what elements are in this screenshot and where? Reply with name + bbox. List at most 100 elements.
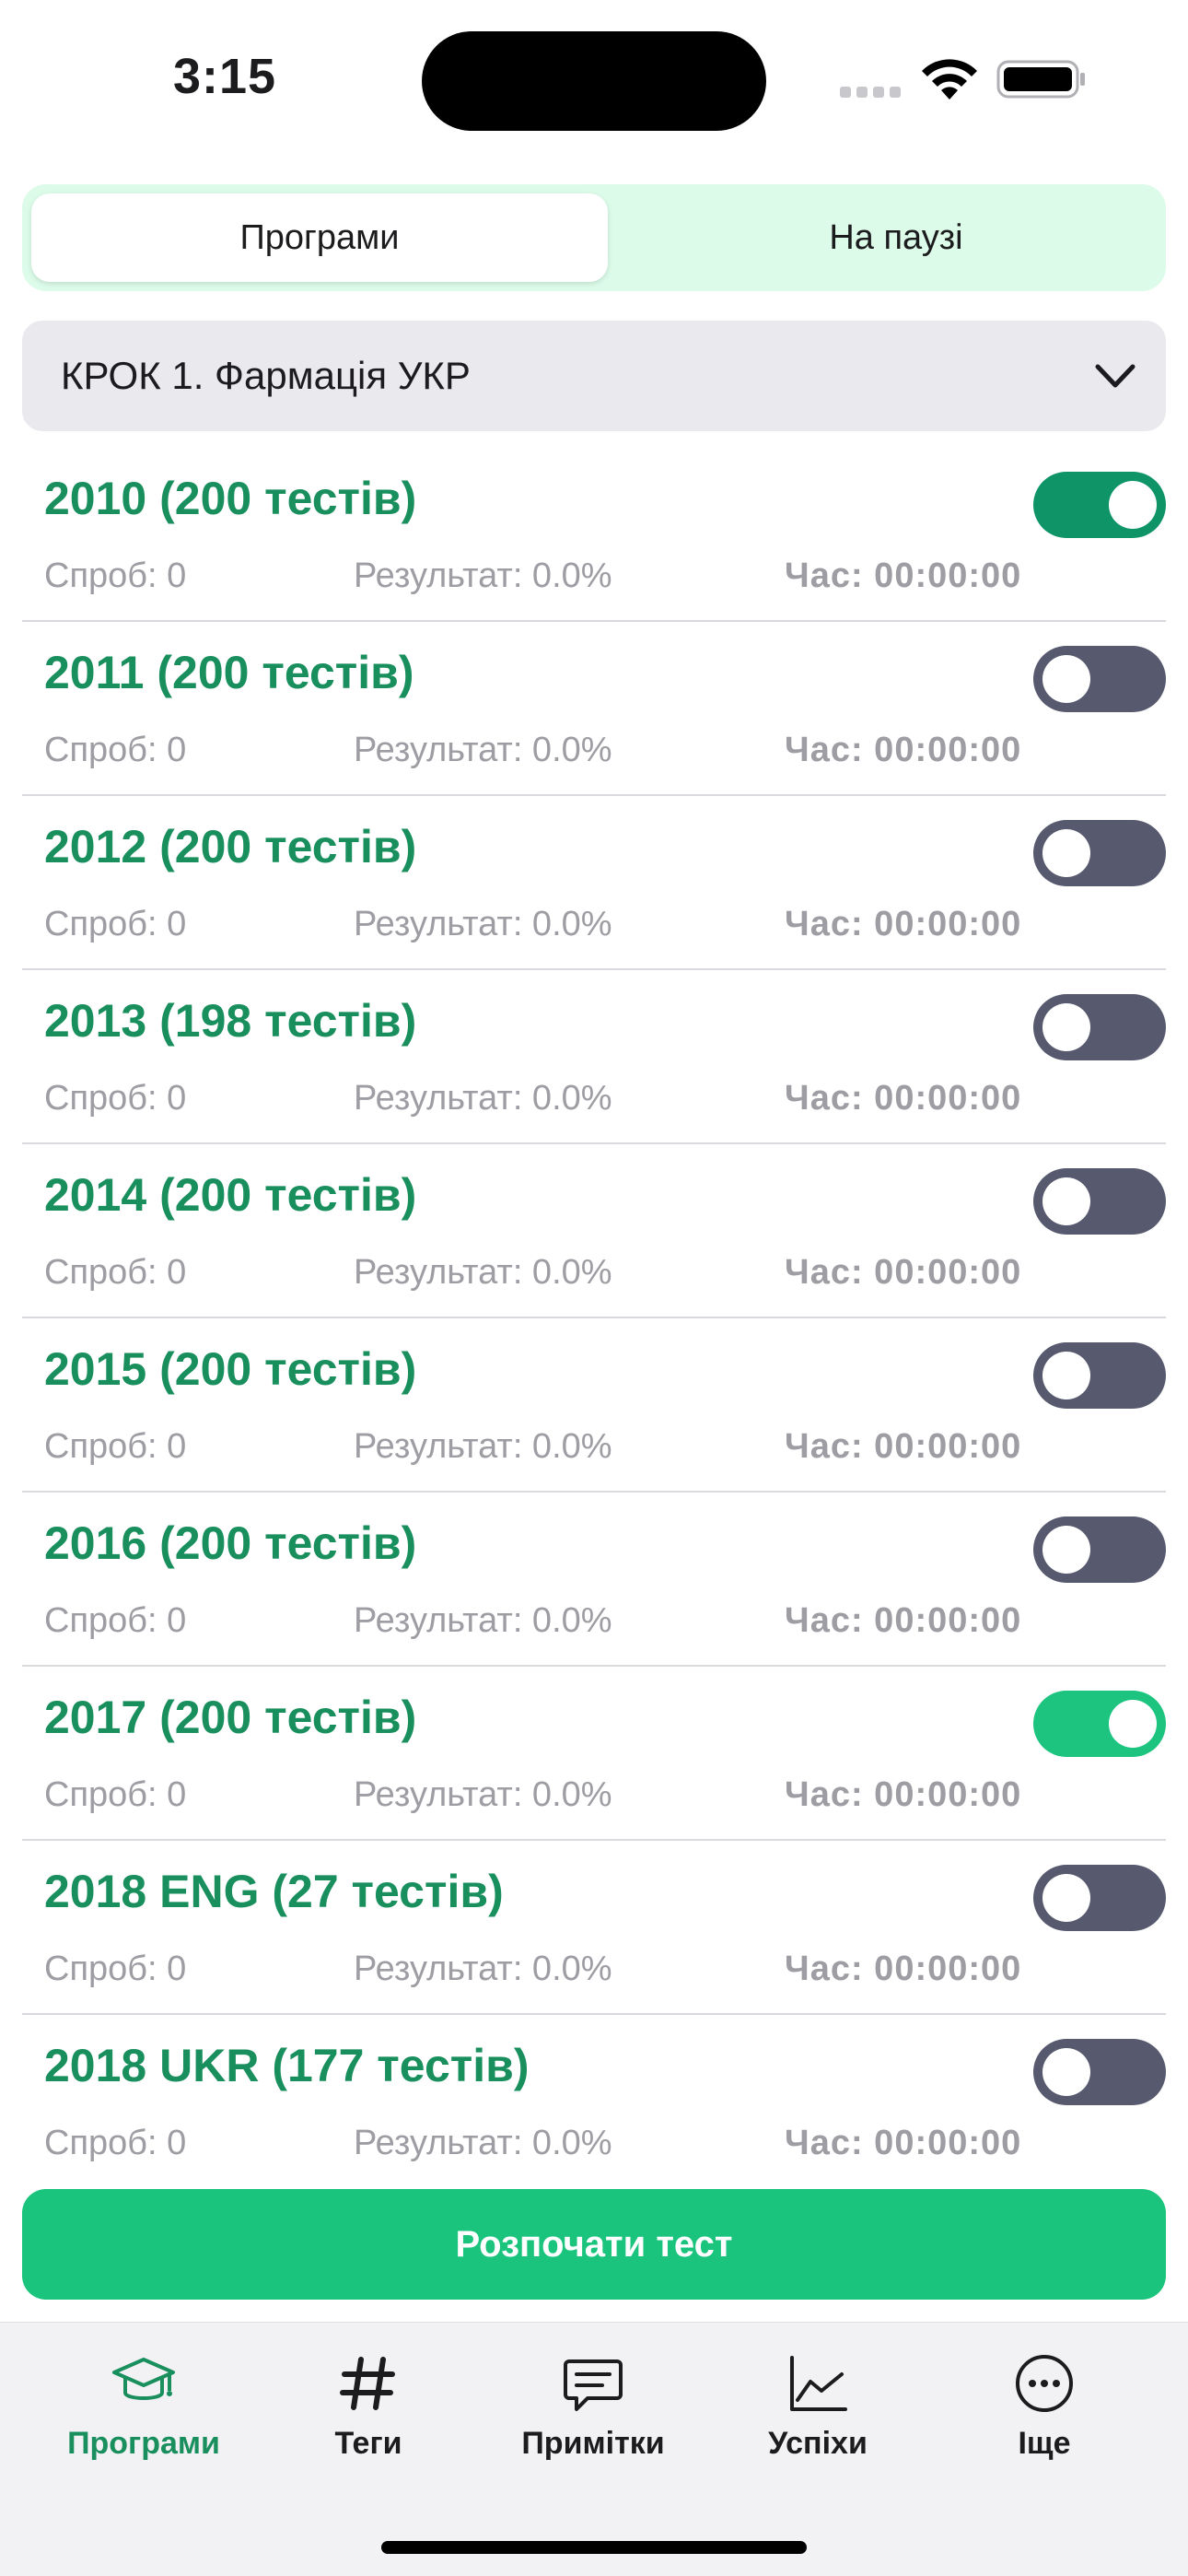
tab-programs-segment[interactable]: Програми [31,193,608,282]
program-toggle[interactable] [1033,1342,1166,1409]
dynamic-island [422,31,766,131]
graduation-cap-icon [112,2358,175,2400]
program-attempts: Спроб: 0 [44,1079,187,1118]
program-row[interactable]: 2012 (200 тестів) Спроб: 0 Результат: 0.… [22,796,1166,970]
program-toggle[interactable] [1033,1168,1166,1235]
toggle-knob [1109,481,1157,529]
program-attempts: Спроб: 0 [44,556,187,595]
line-chart-icon [790,2356,847,2411]
program-result: Результат: 0.0% [354,1950,612,1988]
program-toggle[interactable] [1033,994,1166,1060]
home-indicator [381,2541,807,2554]
program-attempts: Спроб: 0 [44,905,187,943]
program-attempts: Спроб: 0 [44,2124,187,2162]
program-attempts: Спроб: 0 [44,731,187,769]
cellular-signal-icon [840,87,904,100]
program-row[interactable]: 2018 UKR (177 тестів) Спроб: 0 Результат… [22,2015,1166,2189]
program-time: Час: 00:00:00 [785,1950,1022,1988]
program-toggle[interactable] [1033,820,1166,886]
tab-programs[interactable]: Програми [42,2350,245,2488]
programs-screen: 3:15 Програми На паузі КРОК 1. Фармація … [0,0,1188,2576]
program-attempts: Спроб: 0 [44,1253,187,1292]
program-result: Результат: 0.0% [354,731,612,769]
program-time: Час: 00:00:00 [785,1775,1022,1814]
program-list: 2010 (200 тестів) Спроб: 0 Результат: 0.… [22,448,1166,2189]
program-title: 2010 (200 тестів) [44,473,417,524]
tab-progress[interactable]: Успіхи [716,2350,919,2488]
program-attempts: Спроб: 0 [44,1775,187,1814]
program-time: Час: 00:00:00 [785,2124,1022,2162]
program-title: 2011 (200 тестів) [44,647,414,698]
more-icon [1016,2355,1073,2412]
program-time: Час: 00:00:00 [785,556,1022,595]
program-title: 2017 (200 тестів) [44,1692,417,1743]
program-row[interactable]: 2016 (200 тестів) Спроб: 0 Результат: 0.… [22,1493,1166,1667]
toggle-knob [1042,1003,1090,1051]
program-row[interactable]: 2018 ENG (27 тестів) Спроб: 0 Результат:… [22,1841,1166,2015]
chat-bubble-icon [564,2359,623,2411]
program-title: 2018 ENG (27 тестів) [44,1866,504,1917]
program-result: Результат: 0.0% [354,905,612,943]
tab-more[interactable]: Іще [943,2350,1146,2488]
program-toggle[interactable] [1033,1865,1166,1931]
program-attempts: Спроб: 0 [44,1427,187,1466]
program-result: Результат: 0.0% [354,1775,612,1814]
program-title: 2016 (200 тестів) [44,1517,417,1569]
program-title: 2018 UKR (177 тестів) [44,2040,530,2091]
hashtag-icon [340,2357,395,2410]
program-time: Час: 00:00:00 [785,1427,1022,1466]
program-result: Результат: 0.0% [354,556,612,595]
program-row[interactable]: 2011 (200 тестів) Спроб: 0 Результат: 0.… [22,622,1166,796]
program-result: Результат: 0.0% [354,1601,612,1640]
program-toggle[interactable] [1033,2039,1166,2105]
program-toggle[interactable] [1033,646,1166,712]
program-attempts: Спроб: 0 [44,1601,187,1640]
tab-label: Теги [334,2426,402,2461]
program-title: 2015 (200 тестів) [44,1343,417,1395]
course-dropdown-value: КРОК 1. Фармація УКР [61,354,471,397]
program-toggle[interactable] [1033,1691,1166,1757]
program-result: Результат: 0.0% [354,1427,612,1466]
program-title: 2013 (198 тестів) [44,995,417,1047]
battery-icon [996,60,1085,99]
bottom-tab-bar: Програми Теги Примітки Успіхи Іще [0,2322,1188,2576]
program-row[interactable]: 2013 (198 тестів) Спроб: 0 Результат: 0.… [22,970,1166,1144]
toggle-knob [1042,829,1090,877]
program-time: Час: 00:00:00 [785,1253,1022,1292]
toggle-knob [1042,1352,1090,1399]
program-row[interactable]: 2014 (200 тестів) Спроб: 0 Результат: 0.… [22,1144,1166,1318]
program-time: Час: 00:00:00 [785,905,1022,943]
program-title: 2012 (200 тестів) [44,821,417,872]
tab-label: Успіхи [768,2426,868,2461]
program-row[interactable]: 2010 (200 тестів) Спроб: 0 Результат: 0.… [22,448,1166,622]
program-result: Результат: 0.0% [354,1253,612,1292]
program-attempts: Спроб: 0 [44,1950,187,1988]
tab-paused-segment[interactable]: На паузі [608,193,1184,282]
segmented-control: Програми На паузі [22,184,1166,291]
tab-tags[interactable]: Теги [267,2350,470,2488]
program-toggle[interactable] [1033,472,1166,538]
toggle-knob [1042,2048,1090,2096]
tab-label: Програми [67,2426,220,2461]
status-bar: 3:15 [0,0,1188,147]
program-time: Час: 00:00:00 [785,1079,1022,1118]
program-row[interactable]: 2015 (200 тестів) Спроб: 0 Результат: 0.… [22,1318,1166,1493]
toggle-knob [1042,1874,1090,1922]
program-time: Час: 00:00:00 [785,731,1022,769]
toggle-knob [1042,1526,1090,1574]
course-dropdown[interactable]: КРОК 1. Фармація УКР [22,321,1166,431]
toggle-knob [1109,1700,1157,1748]
program-row[interactable]: 2017 (200 тестів) Спроб: 0 Результат: 0.… [22,1667,1166,1841]
tab-label: Примітки [521,2426,665,2461]
tab-label: Іще [1018,2426,1071,2461]
program-time: Час: 00:00:00 [785,1601,1022,1640]
toggle-knob [1042,655,1090,703]
tab-notes[interactable]: Примітки [492,2350,694,2488]
start-test-button[interactable]: Розпочати тест [22,2189,1166,2300]
status-time: 3:15 [173,49,277,104]
chevron-down-icon [1095,364,1136,388]
program-result: Результат: 0.0% [354,1079,612,1118]
toggle-knob [1042,1177,1090,1225]
program-toggle[interactable] [1033,1516,1166,1583]
program-result: Результат: 0.0% [354,2124,612,2162]
